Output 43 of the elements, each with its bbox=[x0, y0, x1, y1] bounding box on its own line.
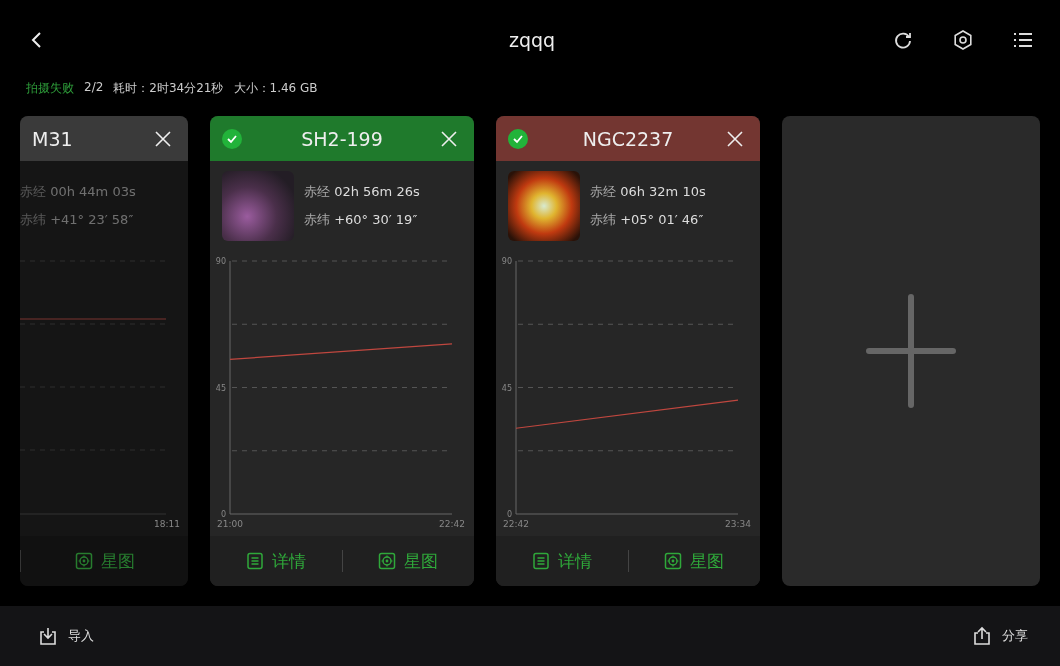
list-icon bbox=[531, 552, 550, 570]
y-tick-label: 45 bbox=[501, 383, 512, 393]
y-tick-label: 90 bbox=[501, 257, 512, 266]
ra-text: 赤经 02h 56m 26s bbox=[304, 183, 420, 201]
x-tick-label: 22:42 bbox=[503, 519, 529, 529]
size-text: 大小：1.46 GB bbox=[233, 80, 318, 97]
list-icon bbox=[245, 552, 264, 570]
target-name: NGC2237 bbox=[582, 127, 674, 150]
star-map-button[interactable]: 星图 bbox=[628, 548, 760, 574]
details-button[interactable]: 详情 bbox=[496, 548, 628, 574]
dec-text: 赤纬 +41° 23′ 58″ bbox=[20, 211, 135, 229]
y-tick-label: 0 bbox=[506, 510, 512, 519]
status-text: 拍摄失败 bbox=[26, 80, 74, 97]
x-tick-label: 22:42 bbox=[439, 519, 465, 529]
star-map-button[interactable]: 星图 bbox=[342, 548, 474, 574]
details-button[interactable]: 详情 bbox=[210, 548, 342, 574]
x-tick-label: 23:34 bbox=[725, 519, 751, 529]
back-icon bbox=[30, 31, 44, 49]
x-tick-label: 18:11 bbox=[154, 519, 180, 529]
dec-text: 赤纬 +60° 30′ 19″ bbox=[304, 211, 419, 229]
target-icon bbox=[378, 552, 397, 570]
target-icon bbox=[74, 552, 93, 570]
plus-icon bbox=[866, 294, 956, 408]
settings-icon bbox=[952, 29, 974, 51]
import-icon bbox=[38, 626, 58, 646]
import-button[interactable]: 导入 bbox=[32, 625, 100, 647]
x-tick-label: 21:00 bbox=[217, 519, 243, 529]
y-tick-label: 0 bbox=[220, 510, 226, 519]
target-icon bbox=[664, 552, 683, 570]
ra-text: 赤经 00h 44m 03s bbox=[20, 183, 136, 201]
page-title: zqqq bbox=[508, 29, 556, 51]
check-icon bbox=[222, 128, 242, 149]
y-tick-label: 45 bbox=[215, 383, 226, 393]
ra-text: 赤经 06h 32m 10s bbox=[590, 183, 706, 201]
target-name: SH2-199 bbox=[301, 127, 383, 150]
y-tick-label: 90 bbox=[215, 257, 226, 266]
dec-text: 赤纬 +05° 01′ 46″ bbox=[590, 211, 705, 229]
count-text: 2/2 bbox=[84, 80, 104, 94]
share-icon bbox=[972, 626, 992, 646]
target-name: M31 bbox=[32, 127, 73, 150]
share-button[interactable]: 分享 bbox=[966, 625, 1034, 647]
check-icon bbox=[508, 128, 528, 149]
duration-text: 耗时：2时34分21秒 bbox=[113, 80, 224, 97]
